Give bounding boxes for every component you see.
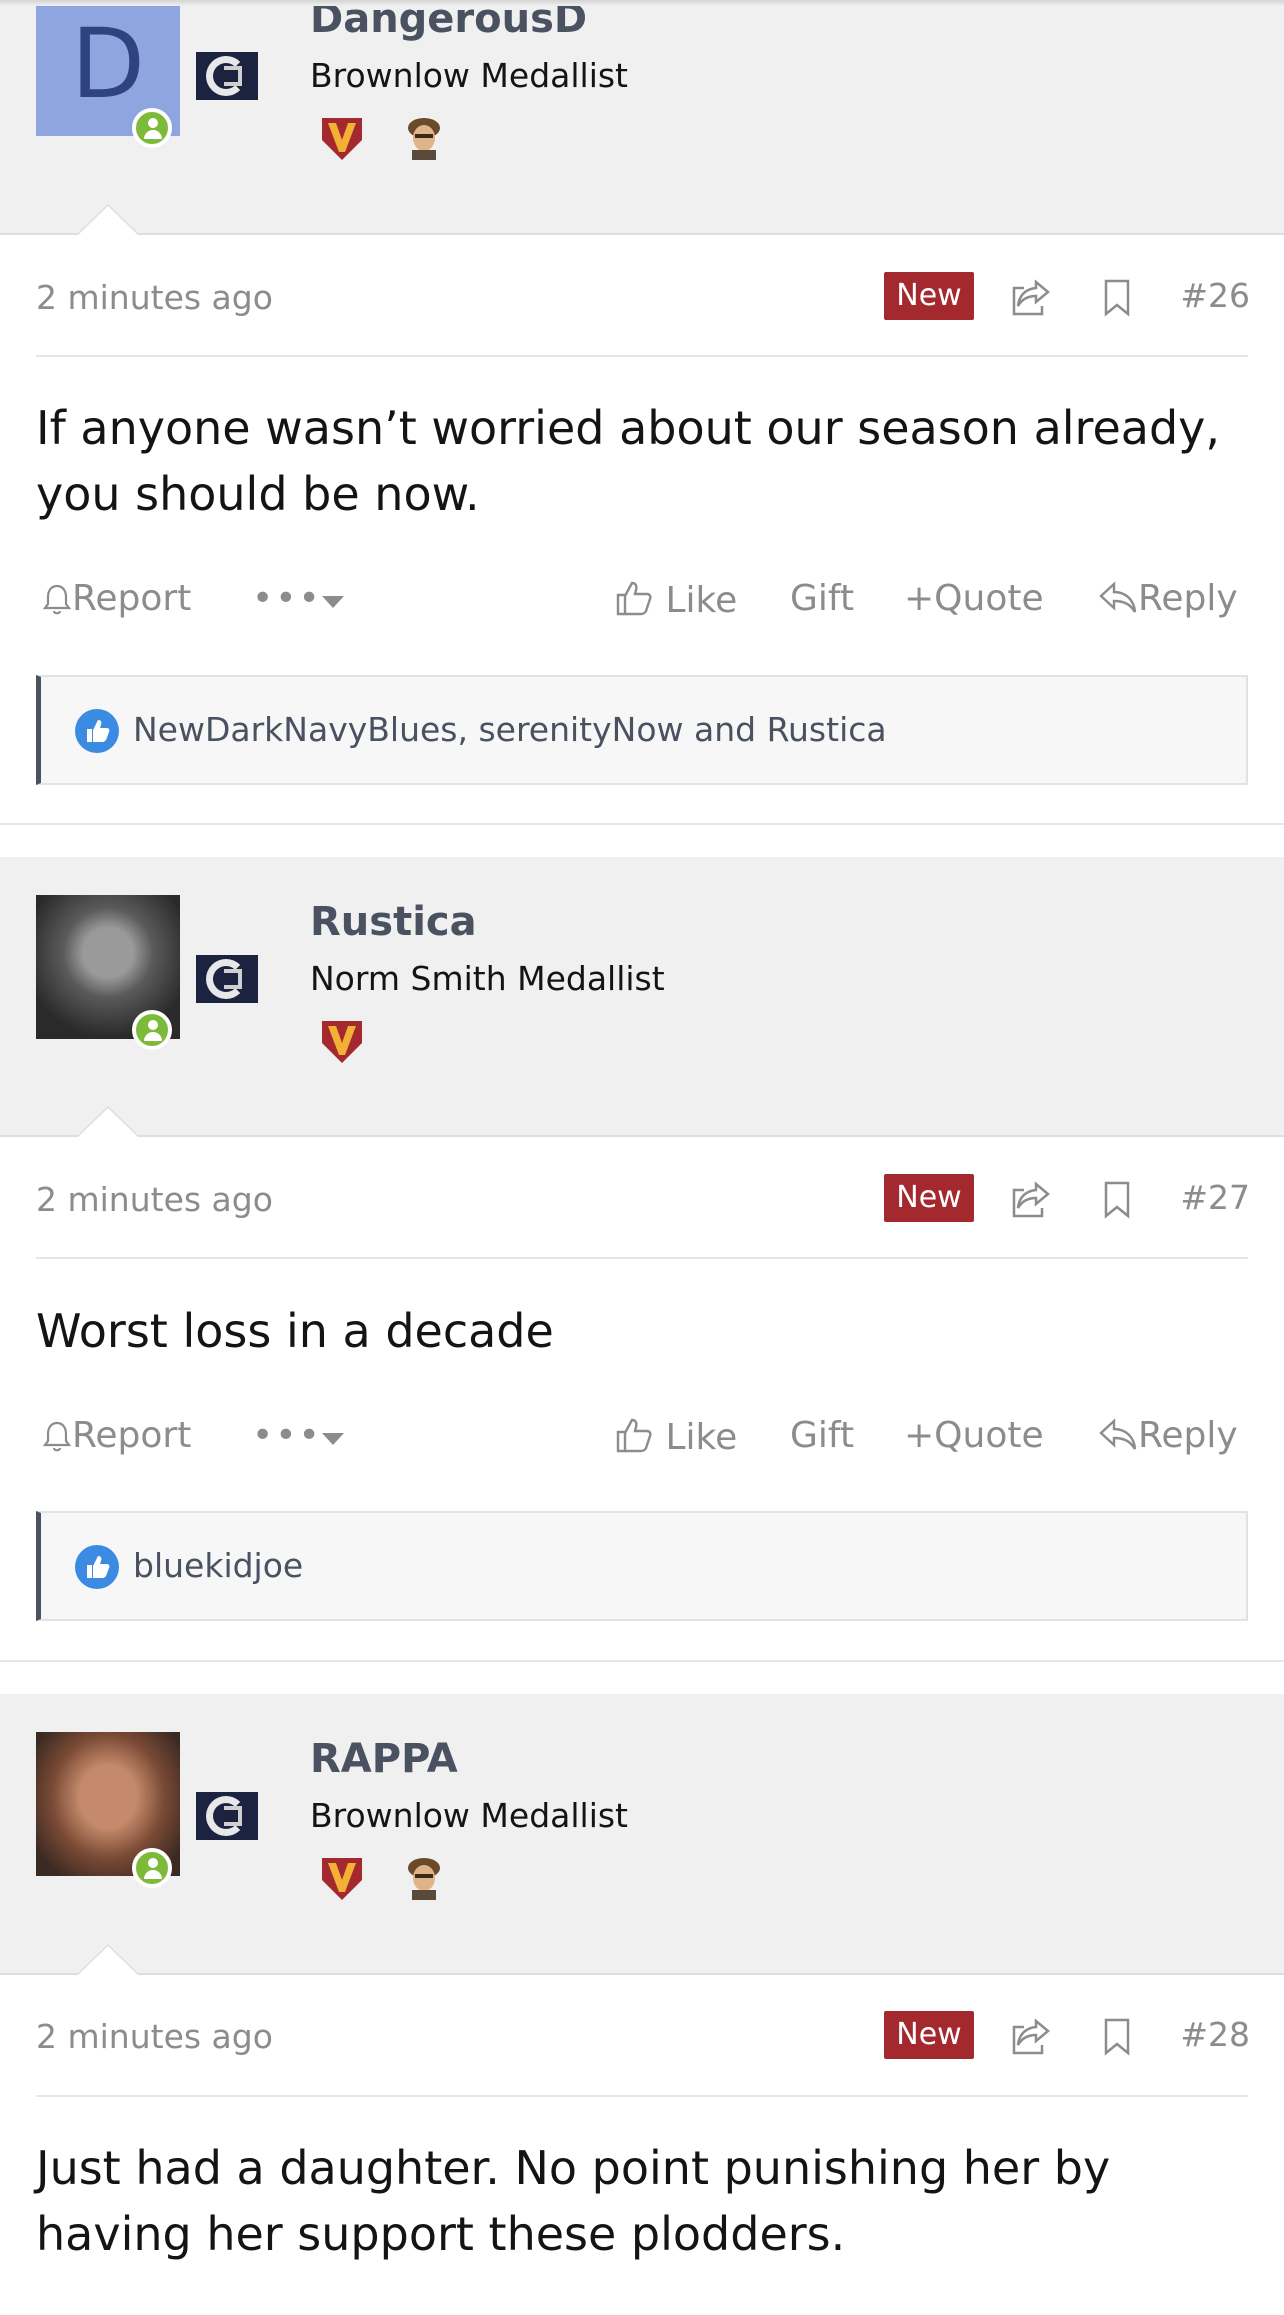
username[interactable]: RAPPA (310, 1736, 458, 1782)
bookmark-icon[interactable] (1102, 2017, 1132, 2057)
username[interactable]: DangerousD (310, 0, 587, 42)
post-separator (0, 823, 1284, 825)
bell-icon (42, 1421, 72, 1452)
like-reaction-icon (75, 709, 119, 753)
new-badge: New (884, 2011, 974, 2059)
like-button[interactable]: Like (614, 1415, 737, 1458)
thumbs-up-icon (616, 1418, 652, 1453)
club-logo-icon (196, 52, 258, 100)
username[interactable]: Rustica (310, 899, 477, 945)
online-status-icon (132, 1010, 172, 1050)
quote-button[interactable]: +Quote (904, 1415, 1044, 1456)
user-title: Brownlow Medallist (310, 1796, 628, 1835)
online-status-icon (132, 1848, 172, 1888)
bookmark-icon[interactable] (1102, 278, 1132, 318)
gift-button[interactable]: Gift (790, 1415, 854, 1456)
v-trophy-icon (318, 1854, 366, 1902)
helmet-head-icon (400, 114, 448, 162)
divider (36, 1257, 1248, 1259)
user-block-rustica: Rustica Norm Smith Medallist (0, 857, 1284, 1137)
post-separator (0, 1660, 1284, 1662)
reply-button[interactable]: Reply (1098, 1415, 1238, 1456)
club-logo-icon (196, 1792, 258, 1840)
helmet-head-icon (400, 1854, 448, 1902)
share-icon[interactable] (1010, 276, 1052, 318)
plus-icon: + (904, 578, 935, 619)
user-title: Brownlow Medallist (310, 56, 628, 95)
chevron-down-icon[interactable] (322, 1433, 344, 1445)
divider (36, 355, 1248, 357)
post-number-link[interactable]: #28 (1180, 2015, 1250, 2054)
reply-icon (1099, 1418, 1137, 1450)
post-message: Worst loss in a decade (36, 1304, 554, 1358)
post-number-link[interactable]: #26 (1180, 276, 1250, 315)
online-status-icon (132, 108, 172, 148)
reply-icon (1099, 581, 1137, 613)
reaction-users[interactable]: NewDarkNavyBlues, serenityNow and Rustic… (133, 710, 887, 749)
post-timestamp[interactable]: 2 minutes ago (36, 2017, 273, 2056)
more-options-button[interactable]: ••• (252, 1415, 322, 1456)
post-message: Just had a daughter. No point punishing … (36, 2141, 1111, 2261)
like-reaction-icon (75, 1545, 119, 1589)
bell-icon (42, 584, 72, 615)
more-options-button[interactable]: ••• (252, 578, 322, 619)
v-trophy-icon (318, 114, 366, 162)
like-button[interactable]: Like (614, 578, 737, 621)
quote-button[interactable]: +Quote (904, 578, 1044, 619)
thumbs-up-icon (616, 581, 652, 616)
report-button[interactable]: Report (42, 1415, 191, 1456)
user-block-dangerousd: D DangerousD Brownlow Medallist (0, 0, 1284, 235)
club-logo-icon (196, 955, 258, 1003)
reactions-bar[interactable]: bluekidjoe (36, 1511, 1248, 1621)
share-icon[interactable] (1010, 1178, 1052, 1220)
reaction-users[interactable]: bluekidjoe (133, 1546, 303, 1585)
post-message: If anyone wasn’t worried about our seaso… (36, 401, 1220, 521)
share-icon[interactable] (1010, 2015, 1052, 2057)
top-shadow (0, 0, 1284, 6)
user-block-rappa: RAPPA Brownlow Medallist (0, 1694, 1284, 1975)
bookmark-icon[interactable] (1102, 1180, 1132, 1220)
divider (36, 2095, 1248, 2097)
new-badge: New (884, 1174, 974, 1222)
report-button[interactable]: Report (42, 578, 191, 619)
post-timestamp[interactable]: 2 minutes ago (36, 278, 273, 317)
v-trophy-icon (318, 1017, 366, 1065)
gift-button[interactable]: Gift (790, 578, 854, 619)
reply-button[interactable]: Reply (1098, 578, 1238, 619)
post-number-link[interactable]: #27 (1180, 1178, 1250, 1217)
new-badge: New (884, 272, 974, 320)
plus-icon: + (904, 1415, 935, 1456)
post-timestamp[interactable]: 2 minutes ago (36, 1180, 273, 1219)
user-title: Norm Smith Medallist (310, 959, 665, 998)
chevron-down-icon[interactable] (322, 596, 344, 608)
reactions-bar[interactable]: NewDarkNavyBlues, serenityNow and Rustic… (36, 675, 1248, 785)
